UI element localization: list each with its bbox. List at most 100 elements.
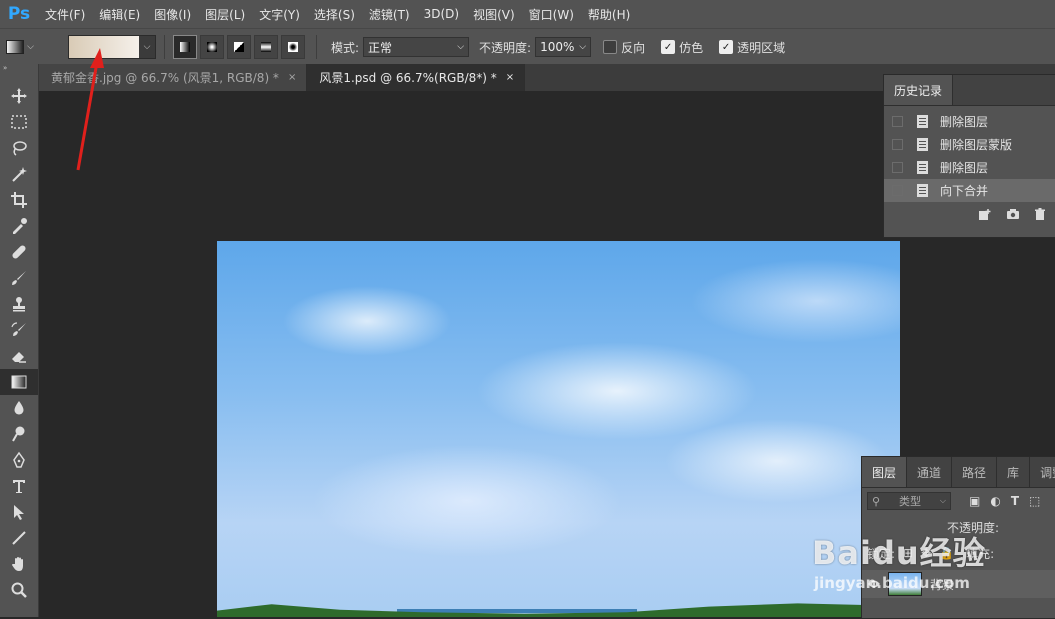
- watermark-url: jingyan.baidu.com: [814, 574, 970, 592]
- filter-type-icon[interactable]: T: [1011, 494, 1019, 508]
- history-item-label: 删除图层蒙版: [940, 138, 1013, 152]
- new-document-from-state-icon[interactable]: [978, 208, 992, 221]
- menu-file[interactable]: 文件(F): [38, 6, 92, 23]
- tab-landscape-document[interactable]: 风景1.psd @ 66.7%(RGB/8*) * ×: [307, 64, 526, 91]
- opacity-value: 100%: [540, 40, 575, 54]
- brush-icon: [12, 271, 26, 285]
- zoom-tool[interactable]: [0, 577, 38, 603]
- history-brush-tool[interactable]: [0, 317, 38, 343]
- hand-tool[interactable]: [0, 551, 38, 577]
- gradient-tool-icon: [6, 40, 25, 54]
- chevron-down-icon[interactable]: ⌵: [139, 36, 155, 58]
- linear-gradient-button[interactable]: [173, 35, 197, 59]
- opacity-label: 不透明度:: [479, 40, 532, 55]
- filter-type-label: 类型: [898, 495, 921, 508]
- history-item[interactable]: 删除图层: [884, 110, 1055, 133]
- marquee-tool[interactable]: [0, 109, 38, 135]
- stamp-icon: [13, 297, 25, 312]
- menu-window[interactable]: 窗口(W): [522, 6, 581, 23]
- clone-stamp-tool[interactable]: [0, 291, 38, 317]
- history-snapshot-checkbox[interactable]: [892, 162, 903, 173]
- line-tool[interactable]: [0, 525, 38, 551]
- pen-tool[interactable]: [0, 447, 38, 473]
- eyedropper-icon: [13, 218, 27, 234]
- document-canvas[interactable]: [217, 241, 900, 617]
- history-panel: 历史记录 删除图层 删除图层蒙版 删除图层 向下合并: [883, 74, 1055, 238]
- move-tool[interactable]: [0, 83, 38, 109]
- filter-shape-icon[interactable]: ⬚: [1029, 494, 1040, 508]
- menu-view[interactable]: 视图(V): [466, 6, 522, 23]
- healing-brush-tool[interactable]: [0, 239, 38, 265]
- menu-type[interactable]: 文字(Y): [252, 6, 307, 23]
- angle-gradient-button[interactable]: [227, 35, 251, 59]
- crop-tool[interactable]: [0, 187, 38, 213]
- divider: [164, 35, 165, 59]
- eraser-tool[interactable]: [0, 343, 38, 369]
- tab-adjustments[interactable]: 调整: [1030, 457, 1055, 487]
- history-snapshot-checkbox[interactable]: [892, 185, 903, 196]
- history-item[interactable]: 删除图层蒙版: [884, 133, 1055, 156]
- eyedropper-tool[interactable]: [0, 213, 38, 239]
- diamond-gradient-button[interactable]: [281, 35, 305, 59]
- lasso-icon: [13, 141, 27, 156]
- type-tool[interactable]: [0, 473, 38, 499]
- layers-panel-tabs: 图层 通道 路径 库 调整: [862, 457, 1055, 488]
- camera-icon[interactable]: [1006, 208, 1020, 220]
- crop-icon: [11, 192, 27, 208]
- lasso-tool[interactable]: [0, 135, 38, 161]
- gradient-picker[interactable]: ⌵: [68, 35, 156, 59]
- gradient-tool[interactable]: [0, 369, 38, 395]
- bandage-icon: [12, 245, 26, 259]
- watermark-main-text: Baidu经验: [812, 534, 986, 572]
- blur-tool[interactable]: [0, 395, 38, 421]
- close-icon[interactable]: ×: [288, 72, 296, 83]
- chevron-down-icon: ⌵: [27, 42, 34, 52]
- menu-select[interactable]: 选择(S): [307, 6, 362, 23]
- path-selection-tool[interactable]: [0, 499, 38, 525]
- gradient-preview-swatch[interactable]: [69, 36, 139, 58]
- divider: [316, 35, 317, 59]
- tab-libraries[interactable]: 库: [997, 457, 1031, 487]
- filter-adjustment-icon[interactable]: ◐: [990, 494, 1000, 508]
- collapse-arrows-icon[interactable]: »: [0, 64, 38, 73]
- history-snapshot-checkbox[interactable]: [892, 139, 903, 150]
- menu-edit[interactable]: 编辑(E): [92, 6, 147, 23]
- opacity-input[interactable]: 100% ⌵: [535, 37, 592, 57]
- menu-filter[interactable]: 滤镜(T): [362, 6, 417, 23]
- menu-3d[interactable]: 3D(D): [417, 7, 466, 21]
- menu-bar: Ps 文件(F) 编辑(E) 图像(I) 图层(L) 文字(Y) 选择(S) 滤…: [0, 0, 1055, 28]
- radial-gradient-button[interactable]: [200, 35, 224, 59]
- transparency-checkbox[interactable]: ✓: [719, 40, 734, 54]
- tab-paths[interactable]: 路径: [952, 457, 998, 487]
- reflected-gradient-button[interactable]: [254, 35, 278, 59]
- gradient-icon: [11, 375, 27, 389]
- tool-preset-picker[interactable]: ⌵: [0, 29, 40, 65]
- tab-label: 黄郁金香.jpg @ 66.7% (风景1, RGB/8) *: [51, 71, 279, 85]
- history-item[interactable]: 删除图层: [884, 156, 1055, 179]
- dodge-tool[interactable]: [0, 421, 38, 447]
- search-icon: ⚲: [872, 494, 881, 508]
- menu-layer[interactable]: 图层(L): [198, 6, 252, 23]
- dither-checkbox[interactable]: ✓: [661, 40, 676, 54]
- reverse-checkbox[interactable]: [603, 40, 618, 54]
- filter-pixel-icon[interactable]: ▣: [969, 494, 980, 508]
- menu-image[interactable]: 图像(I): [147, 6, 198, 23]
- chevron-down-icon: ⌵: [939, 496, 946, 505]
- menu-help[interactable]: 帮助(H): [581, 6, 637, 23]
- tab-tulip-document[interactable]: 黄郁金香.jpg @ 66.7% (风景1, RGB/8) * ×: [39, 64, 308, 91]
- layer-filter-select[interactable]: ⚲ 类型 ⌵: [867, 492, 951, 510]
- history-panel-tabs: 历史记录: [884, 75, 1055, 106]
- mode-select[interactable]: 正常 ⌵: [363, 37, 470, 57]
- tab-layers[interactable]: 图层: [862, 457, 908, 487]
- close-icon[interactable]: ×: [506, 72, 514, 83]
- tab-history[interactable]: 历史记录: [884, 75, 954, 105]
- reflected-gradient-icon: [261, 42, 271, 52]
- tab-channels[interactable]: 通道: [907, 457, 953, 487]
- magic-wand-tool[interactable]: [0, 161, 38, 187]
- trash-icon[interactable]: [1034, 207, 1046, 221]
- brush-tool[interactable]: [0, 265, 38, 291]
- type-icon: [13, 480, 25, 493]
- history-item-selected[interactable]: 向下合并: [884, 179, 1055, 202]
- history-snapshot-checkbox[interactable]: [892, 116, 903, 127]
- chevron-down-icon: ⌵: [457, 42, 465, 52]
